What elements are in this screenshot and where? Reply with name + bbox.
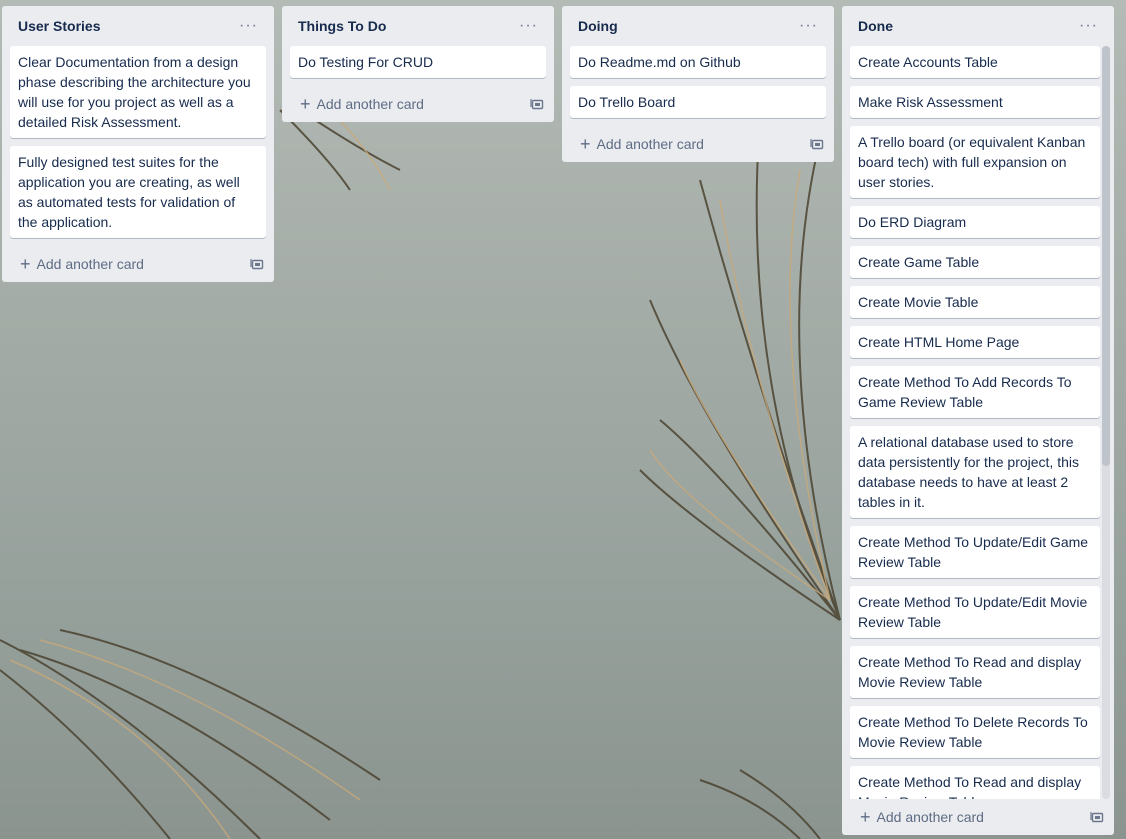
card[interactable]: Create Method To Read and display Movie …: [850, 646, 1100, 698]
list-footer: + Add another card: [562, 126, 834, 162]
card-scroll-area[interactable]: Create Accounts Table Make Risk Assessme…: [842, 46, 1114, 799]
vertical-scrollbar[interactable]: [1102, 46, 1110, 799]
more-menu-icon[interactable]: ···: [239, 18, 258, 34]
card[interactable]: Create Accounts Table: [850, 46, 1100, 78]
plus-icon: +: [300, 94, 311, 114]
card-list: Do Readme.md on Github Do Trello Board: [562, 46, 834, 118]
card-template-icon[interactable]: [530, 97, 544, 111]
card[interactable]: Make Risk Assessment: [850, 86, 1100, 118]
list-footer: + Add another card: [282, 86, 554, 122]
list-title[interactable]: Done: [858, 18, 893, 34]
plus-icon: +: [860, 807, 871, 827]
card[interactable]: Do Trello Board: [570, 86, 826, 118]
more-menu-icon[interactable]: ···: [799, 18, 818, 34]
list-header: Doing ···: [562, 6, 834, 46]
add-card-label: Add another card: [876, 809, 984, 825]
card[interactable]: Do Testing For CRUD: [290, 46, 546, 78]
scrollbar-thumb[interactable]: [1102, 46, 1110, 466]
list-done: Done ··· Create Accounts Table Make Risk…: [842, 6, 1114, 835]
card[interactable]: Create Method To Delete Records To Movie…: [850, 706, 1100, 758]
list-title[interactable]: Doing: [578, 18, 618, 34]
card[interactable]: Create Game Table: [850, 246, 1100, 278]
card-template-icon[interactable]: [250, 257, 264, 271]
list-doing: Doing ··· Do Readme.md on Github Do Trel…: [562, 6, 834, 162]
card[interactable]: A relational database used to store data…: [850, 426, 1100, 518]
card-template-icon[interactable]: [1090, 810, 1104, 824]
add-card-label: Add another card: [36, 256, 144, 272]
more-menu-icon[interactable]: ···: [1079, 18, 1098, 34]
card[interactable]: Create HTML Home Page: [850, 326, 1100, 358]
card[interactable]: Create Method To Add Records To Game Rev…: [850, 366, 1100, 418]
add-card-button[interactable]: + Add another card: [580, 135, 704, 153]
card[interactable]: Create Method To Update/Edit Game Review…: [850, 526, 1100, 578]
card[interactable]: Create Method To Update/Edit Movie Revie…: [850, 586, 1100, 638]
list-header: User Stories ···: [2, 6, 274, 46]
list-user-stories: User Stories ··· Clear Documentation fro…: [2, 6, 274, 282]
list-title[interactable]: User Stories: [18, 18, 100, 34]
card[interactable]: Clear Documentation from a design phase …: [10, 46, 266, 138]
card[interactable]: Create Movie Table: [850, 286, 1100, 318]
card-template-icon[interactable]: [810, 137, 824, 151]
add-card-button[interactable]: + Add another card: [860, 808, 984, 826]
card[interactable]: Create Method To Read and display Movie …: [850, 766, 1100, 799]
card-list: Do Testing For CRUD: [282, 46, 554, 78]
list-things-to-do: Things To Do ··· Do Testing For CRUD + A…: [282, 6, 554, 122]
board-canvas: User Stories ··· Clear Documentation fro…: [0, 0, 1126, 839]
card[interactable]: Fully designed test suites for the appli…: [10, 146, 266, 238]
add-card-label: Add another card: [596, 136, 704, 152]
list-footer: + Add another card: [2, 246, 274, 282]
card[interactable]: Do ERD Diagram: [850, 206, 1100, 238]
add-card-label: Add another card: [316, 96, 424, 112]
plus-icon: +: [20, 254, 31, 274]
card[interactable]: Do Readme.md on Github: [570, 46, 826, 78]
add-card-button[interactable]: + Add another card: [300, 95, 424, 113]
plus-icon: +: [580, 134, 591, 154]
add-card-button[interactable]: + Add another card: [20, 255, 144, 273]
more-menu-icon[interactable]: ···: [519, 18, 538, 34]
list-header: Done ···: [842, 6, 1114, 46]
list-footer: + Add another card: [842, 799, 1114, 835]
list-title[interactable]: Things To Do: [298, 18, 386, 34]
card-list: Clear Documentation from a design phase …: [2, 46, 274, 238]
card[interactable]: A Trello board (or equivalent Kanban boa…: [850, 126, 1100, 198]
card-list: Create Accounts Table Make Risk Assessme…: [842, 46, 1114, 799]
list-header: Things To Do ···: [282, 6, 554, 46]
